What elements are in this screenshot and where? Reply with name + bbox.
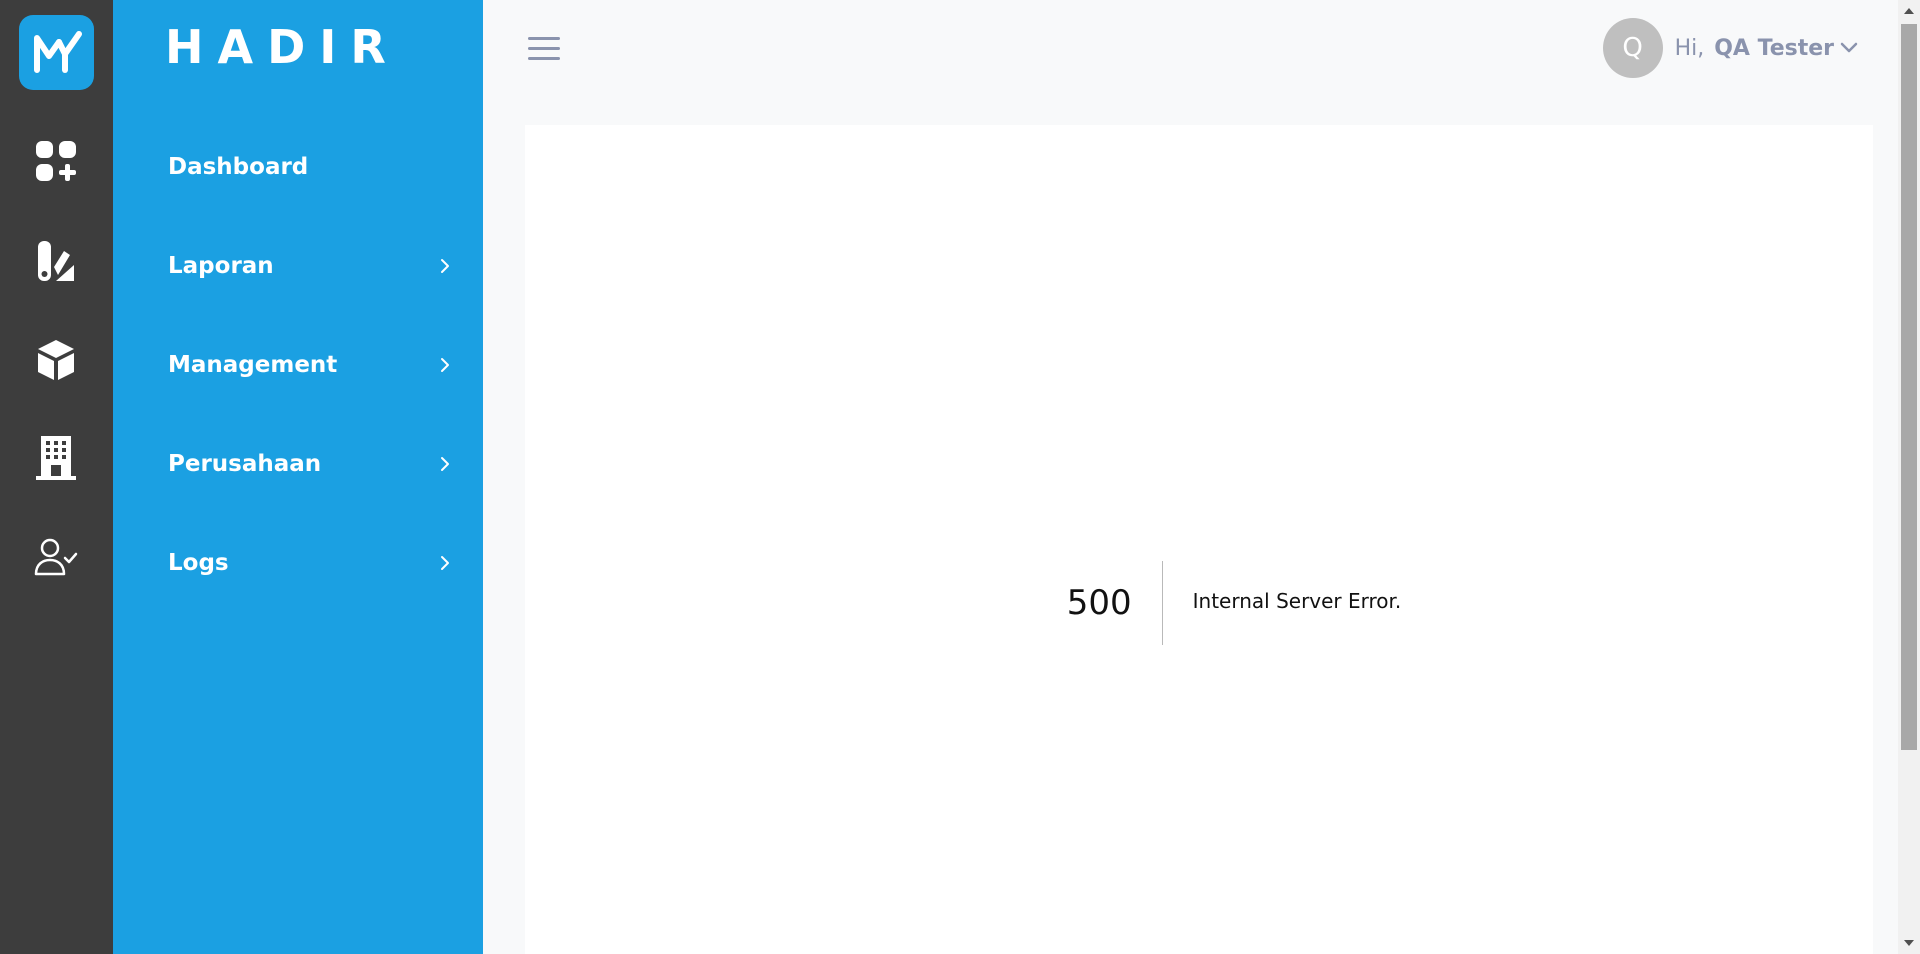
error-message: Internal Server Error. [1192,589,1402,613]
rail-dashboard-button[interactable] [26,131,86,191]
sidebar-item-label: Laporan [168,253,274,279]
app-root: HADIR Dashboard Laporan Management Perus… [0,0,1920,954]
rail-report-button[interactable] [26,231,86,291]
arrow-down-icon [1904,940,1914,946]
dashboard-add-icon [36,141,76,181]
scroll-down-button[interactable] [1898,932,1920,954]
error-panel: 500 Internal Server Error. [525,561,1873,645]
chevron-down-icon [1840,42,1858,53]
rail-package-button[interactable] [26,330,86,390]
sidebar-item-dashboard[interactable]: Dashboard [113,132,483,202]
chevron-right-icon [441,358,449,372]
error-code: 500 [1066,583,1132,623]
hamburger-line [528,36,560,40]
scroll-up-button[interactable] [1898,0,1920,22]
chevron-right-icon [441,259,449,273]
building-icon [36,436,76,480]
sidebar-item-label: Management [168,352,338,378]
user-check-icon [34,538,78,576]
sidebar-item-laporan[interactable]: Laporan [113,231,483,301]
hamburger-line [528,56,560,60]
brand-title: HADIR [165,20,400,74]
rail-company-button[interactable] [26,428,86,488]
page-scrollbar[interactable] [1898,0,1920,954]
chevron-right-icon [441,457,449,471]
sidebar-item-perusahaan[interactable]: Perusahaan [113,429,483,499]
avatar: Q [1602,18,1663,78]
cube-icon [38,340,74,380]
greeting-text: Hi, [1674,35,1705,61]
sidebar-item-management[interactable]: Management [113,330,483,400]
sidebar-item-label: Dashboard [168,154,309,180]
sidebar: HADIR Dashboard Laporan Management Perus… [113,0,483,954]
icon-rail [0,0,113,954]
sidebar-item-logs[interactable]: Logs [113,528,483,598]
sidebar-item-label: Logs [168,550,229,576]
hamburger-line [528,46,560,50]
main-content: 500 Internal Server Error. [525,125,1873,954]
chevron-right-icon [441,556,449,570]
top-header: Q Hi, QA Tester [483,0,1898,115]
app-logo[interactable] [19,15,94,90]
hadir-logo-icon [33,30,82,73]
report-icon [38,241,74,281]
sidebar-item-label: Perusahaan [168,451,322,477]
rail-user-button[interactable] [26,528,86,588]
menu-toggle-button[interactable] [528,30,568,66]
user-menu[interactable]: Q Hi, QA Tester [1602,17,1858,79]
scrollbar-thumb[interactable] [1901,24,1917,750]
user-name: QA Tester [1714,35,1834,61]
arrow-up-icon [1904,8,1914,14]
